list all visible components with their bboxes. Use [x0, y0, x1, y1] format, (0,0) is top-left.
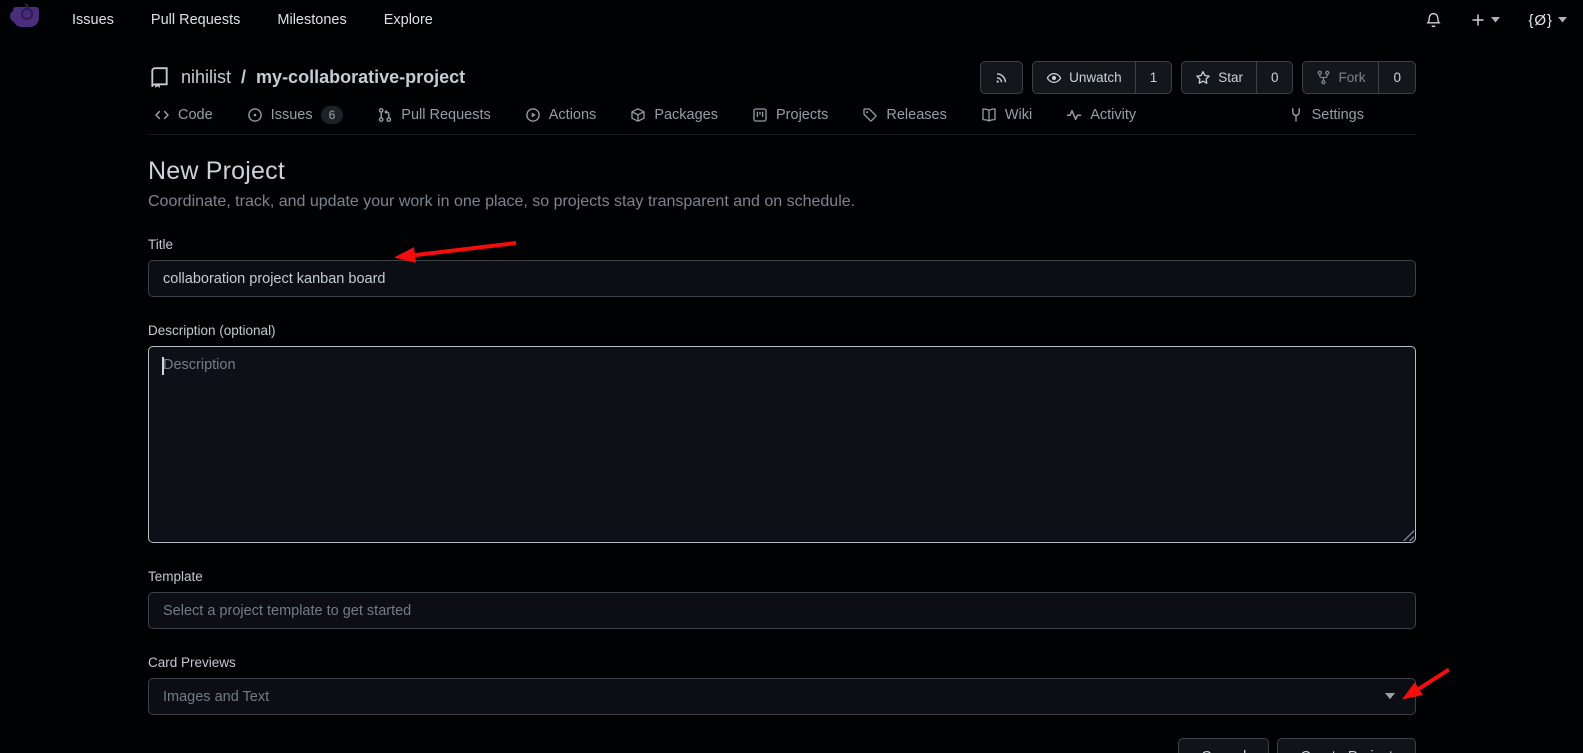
tab-issues[interactable]: Issues 6	[247, 106, 344, 124]
watch-button-group: Unwatch 1	[1032, 61, 1172, 94]
fork-button-group: Fork 0	[1302, 61, 1416, 94]
title-label: Title	[148, 237, 1416, 252]
card-previews-selected-value: Images and Text	[163, 689, 269, 705]
cancel-button[interactable]: Cancel	[1178, 738, 1269, 753]
tab-label: Settings	[1312, 107, 1364, 123]
fork-count[interactable]: 0	[1378, 62, 1415, 93]
unwatch-button[interactable]: Unwatch	[1033, 62, 1135, 93]
create-project-button[interactable]: Create Project	[1277, 738, 1416, 753]
navbar-right: {Ø}	[1425, 11, 1567, 29]
rss-button[interactable]	[980, 61, 1023, 94]
repo-breadcrumb: nihilist / my-collaborative-project	[148, 66, 465, 89]
gitea-cup-logo-icon[interactable]	[10, 1, 44, 35]
watch-count[interactable]: 1	[1135, 62, 1172, 93]
star-label: Star	[1218, 70, 1243, 85]
nav-item-issues[interactable]: Issues	[72, 12, 114, 28]
git-pull-request-icon	[377, 107, 393, 123]
new-project-form: New Project Coordinate, track, and updat…	[148, 135, 1416, 753]
user-avatar-menu[interactable]: {Ø}	[1528, 12, 1567, 29]
card-previews-select[interactable]: Images and Text	[148, 678, 1416, 715]
tab-label: Packages	[654, 107, 718, 123]
description-label: Description (optional)	[148, 323, 1416, 338]
plus-icon	[1470, 12, 1486, 28]
tab-releases[interactable]: Releases	[862, 107, 946, 123]
repo-icon	[148, 66, 171, 89]
avatar: {Ø}	[1528, 12, 1553, 29]
tab-code[interactable]: Code	[154, 107, 213, 123]
tab-settings[interactable]: Settings	[1288, 107, 1364, 123]
create-new-dropdown[interactable]	[1470, 12, 1500, 28]
tab-pull-requests[interactable]: Pull Requests	[377, 107, 490, 123]
top-navbar: Issues Pull Requests Milestones Explore …	[0, 0, 1583, 40]
tab-packages[interactable]: Packages	[630, 107, 718, 123]
fork-label: Fork	[1338, 70, 1365, 85]
package-icon	[630, 107, 646, 123]
form-actions: Cancel Create Project	[148, 738, 1416, 753]
tag-icon	[862, 107, 878, 123]
project-board-icon	[752, 107, 768, 123]
eye-icon	[1046, 70, 1062, 86]
watch-label: Unwatch	[1069, 70, 1122, 85]
tab-label: Issues	[271, 107, 313, 123]
chevron-down-icon	[1491, 17, 1500, 23]
chevron-down-icon	[1385, 693, 1395, 700]
description-field-wrap	[148, 346, 1416, 543]
repo-owner-link[interactable]: nihilist	[181, 67, 231, 88]
tab-label: Actions	[549, 107, 597, 123]
tab-activity[interactable]: Activity	[1066, 107, 1136, 123]
project-title-input[interactable]	[148, 260, 1416, 297]
tab-label: Wiki	[1005, 107, 1032, 123]
star-icon	[1195, 70, 1211, 86]
notifications-bell-icon[interactable]	[1425, 11, 1442, 29]
issues-count-badge: 6	[321, 106, 344, 124]
play-circle-icon	[525, 107, 541, 123]
repo-actions: Unwatch 1 Star 0	[980, 61, 1416, 94]
repo-name-link[interactable]: my-collaborative-project	[256, 67, 465, 88]
tab-actions[interactable]: Actions	[525, 107, 597, 123]
wrench-icon	[1288, 107, 1304, 123]
pulse-icon	[1066, 107, 1082, 123]
project-template-input[interactable]	[148, 592, 1416, 629]
issue-opened-icon	[247, 107, 263, 123]
star-count[interactable]: 0	[1256, 62, 1293, 93]
nav-item-pull-requests[interactable]: Pull Requests	[151, 12, 240, 28]
text-cursor	[162, 357, 164, 375]
tab-projects[interactable]: Projects	[752, 107, 828, 123]
page-subtitle: Coordinate, track, and update your work …	[148, 193, 1416, 211]
fork-icon	[1316, 70, 1331, 85]
chevron-down-icon	[1558, 17, 1567, 23]
template-label: Template	[148, 569, 1416, 584]
tab-label: Code	[178, 107, 213, 123]
rss-icon	[994, 70, 1009, 85]
project-description-textarea[interactable]	[148, 346, 1416, 543]
star-button-group: Star 0	[1181, 61, 1293, 94]
tab-label: Pull Requests	[401, 107, 490, 123]
fork-button[interactable]: Fork	[1303, 62, 1378, 93]
star-button[interactable]: Star	[1182, 62, 1256, 93]
tab-label: Projects	[776, 107, 828, 123]
repo-separator: /	[241, 67, 246, 88]
repo-tab-bar: Code Issues 6 Pull Requests Actions	[148, 106, 1416, 135]
nav-item-milestones[interactable]: Milestones	[277, 12, 346, 28]
tab-label: Activity	[1090, 107, 1136, 123]
tab-wiki[interactable]: Wiki	[981, 107, 1032, 123]
nav-item-explore[interactable]: Explore	[384, 12, 433, 28]
book-icon	[981, 107, 997, 123]
page-title: New Project	[148, 157, 1416, 186]
repo-header: nihilist / my-collaborative-project	[148, 40, 1416, 106]
card-previews-label: Card Previews	[148, 655, 1416, 670]
code-icon	[154, 107, 170, 123]
tab-label: Releases	[886, 107, 946, 123]
